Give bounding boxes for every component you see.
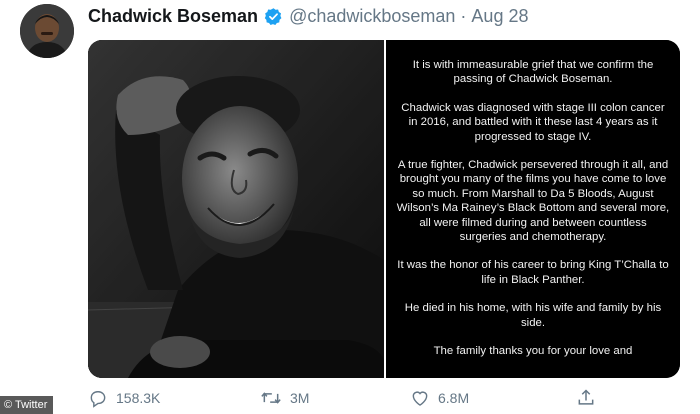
reply-button[interactable]: 158.3K bbox=[88, 388, 160, 408]
display-name[interactable]: Chadwick Boseman bbox=[88, 6, 258, 27]
statement-paragraph: It was the honor of his career to bring … bbox=[397, 259, 669, 286]
like-count: 6.8M bbox=[438, 390, 470, 406]
statement-paragraph: A true fighter, Chadwick persevered thro… bbox=[396, 159, 670, 244]
share-icon bbox=[576, 388, 604, 408]
separator-dot: · bbox=[460, 5, 467, 26]
retweet-button[interactable]: 3M bbox=[260, 388, 309, 408]
reply-icon bbox=[88, 388, 116, 408]
avatar[interactable] bbox=[20, 4, 74, 58]
heart-icon bbox=[410, 388, 438, 408]
tweet-header: Chadwick Boseman @chadwickboseman · Aug … bbox=[88, 3, 528, 29]
reply-count: 158.3K bbox=[116, 390, 161, 406]
statement-paragraph: He died in his home, with his wife and f… bbox=[404, 302, 662, 329]
retweet-icon bbox=[260, 388, 290, 408]
tweet[interactable]: Chadwick Boseman @chadwickboseman · Aug … bbox=[0, 0, 700, 414]
retweet-count: 3M bbox=[290, 390, 310, 406]
share-button[interactable] bbox=[576, 388, 604, 408]
tweet-date[interactable]: Aug 28 bbox=[471, 6, 528, 27]
statement-paragraph: Chadwick was diagnosed with stage III co… bbox=[401, 101, 665, 143]
tweet-media[interactable]: It is with immeasurable grief that we co… bbox=[88, 40, 680, 378]
statement-paragraph: It is with immeasurable grief that we co… bbox=[412, 59, 654, 86]
tweet-actions: 158.3K 3M 6.8M bbox=[88, 386, 680, 410]
handle[interactable]: @chadwickboseman bbox=[289, 6, 455, 27]
verified-badge-icon bbox=[264, 7, 283, 26]
portrait-photo[interactable] bbox=[88, 40, 384, 378]
like-button[interactable]: 6.8M bbox=[410, 388, 469, 408]
statement-paragraph: The family thanks you for your love and bbox=[433, 345, 633, 358]
watermark: © Twitter bbox=[0, 396, 54, 414]
statement-image[interactable]: It is with immeasurable grief that we co… bbox=[386, 40, 680, 378]
